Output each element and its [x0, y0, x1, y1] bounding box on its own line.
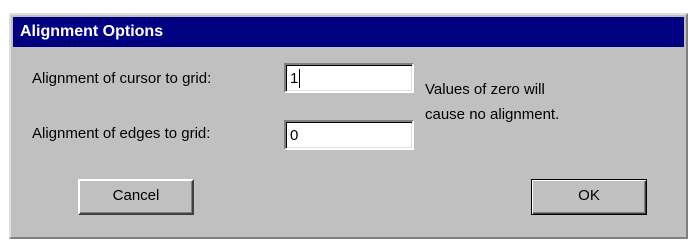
dialog-title: Alignment Options: [20, 23, 164, 40]
edges-alignment-input[interactable]: 0: [284, 120, 414, 150]
cursor-alignment-label: Alignment of cursor to grid:: [32, 70, 212, 87]
note-line-1: Values of zero will: [425, 81, 545, 98]
text-caret: [299, 69, 300, 88]
cursor-alignment-input[interactable]: 1: [284, 63, 414, 93]
alignment-options-dialog: Alignment Options Alignment of cursor to…: [9, 13, 688, 239]
edges-alignment-label: Alignment of edges to grid:: [32, 125, 211, 142]
cursor-alignment-value: 1: [290, 70, 299, 87]
note-line-2: cause no alignment.: [425, 106, 560, 123]
edges-alignment-value: 0: [290, 127, 299, 144]
ok-button[interactable]: OK: [531, 179, 647, 215]
title-bar: Alignment Options: [13, 17, 684, 47]
cancel-button[interactable]: Cancel: [78, 179, 194, 215]
